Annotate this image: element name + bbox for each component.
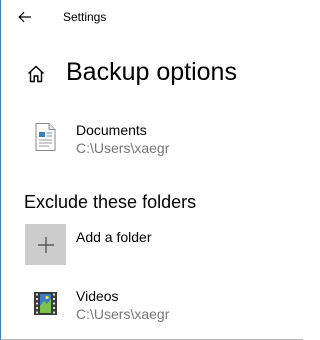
folder-name: Documents (76, 122, 147, 138)
exclude-heading: Exclude these folders (24, 192, 197, 212)
folder-path: C:\Users\xaegr (76, 306, 170, 322)
folder-item-documents[interactable]: Documents C:\Users\xaegr (25, 118, 285, 166)
add-folder-button[interactable]: Add a folder (25, 224, 245, 266)
settings-window: Settings Backup options Documents C:\Use… (0, 0, 303, 340)
add-folder-tile (25, 224, 66, 265)
folder-item-videos[interactable]: Videos C:\Users\xaegr (25, 284, 285, 332)
back-button[interactable] (9, 4, 41, 30)
window-title: Settings (63, 10, 107, 24)
plus-icon (37, 236, 54, 253)
home-icon[interactable] (26, 64, 46, 84)
folder-name: Videos (76, 288, 119, 304)
add-folder-label: Add a folder (76, 229, 152, 245)
page-title: Backup options (66, 58, 237, 86)
videos-icon (34, 292, 57, 315)
documents-icon (35, 123, 56, 151)
title-bar: Settings (1, 0, 303, 34)
folder-path: C:\Users\xaegr (76, 140, 170, 156)
back-arrow-icon (18, 11, 31, 23)
